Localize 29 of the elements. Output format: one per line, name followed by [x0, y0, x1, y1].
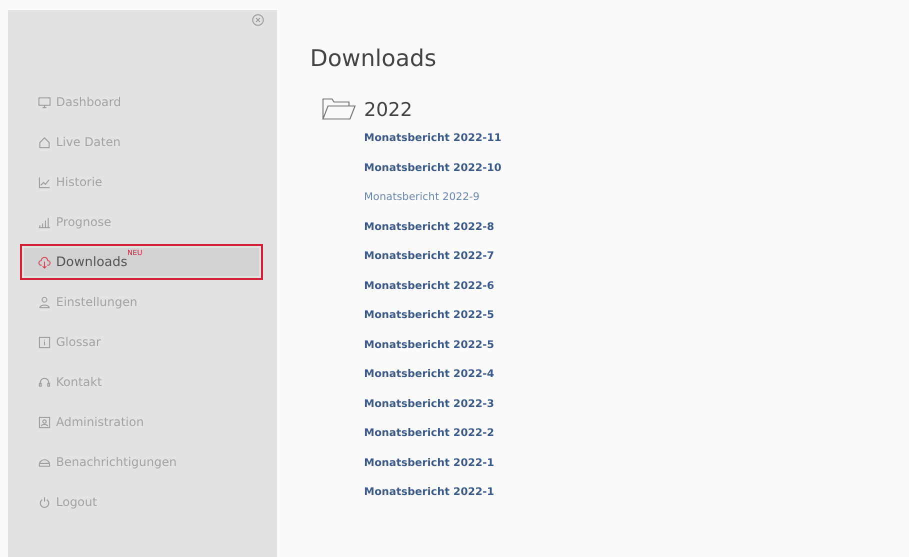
sidebar-item[interactable]: Downloads $^{NEU}$ [24, 248, 259, 276]
folder-icon [322, 98, 356, 120]
monitor-icon [38, 96, 51, 108]
report-link[interactable]: Monatsbericht 2022-8 [364, 218, 502, 248]
report-link[interactable]: Monatsbericht 2022-5 [364, 336, 502, 366]
power-icon [38, 496, 51, 508]
page-title: Downloads [310, 46, 438, 72]
report-link[interactable]: Monatsbericht 2022-2 [364, 425, 502, 454]
report-link[interactable]: Monatsbericht 2022-5 [364, 307, 502, 336]
new-label: NEU [127, 249, 142, 257]
headset-icon [38, 376, 51, 388]
report-link[interactable]: Monatsbericht 2022-11 [364, 130, 502, 160]
house-icon [38, 136, 51, 148]
close-icon[interactable] [252, 14, 264, 26]
folder-name: 2022 [364, 101, 412, 120]
report-link[interactable]: Monatsbericht 2022-1 [364, 454, 502, 484]
report-link[interactable]: Monatsbericht 2022-3 [364, 396, 502, 425]
person-icon [38, 296, 51, 308]
report-link[interactable]: Monatsbericht 2022-9 [364, 189, 502, 218]
admin-icon [38, 416, 51, 428]
report-link[interactable]: Monatsbericht 2022-7 [364, 248, 502, 278]
info-icon [38, 336, 51, 348]
report-link[interactable]: Monatsbericht 2022-6 [364, 278, 502, 307]
cloud-download-icon [38, 256, 51, 268]
line-chart-icon [38, 176, 51, 188]
report-link[interactable]: Monatsbericht 2022-1 [364, 484, 502, 514]
bar-chart-icon [38, 216, 51, 228]
report-link[interactable]: Monatsbericht 2022-10 [364, 160, 502, 189]
report-link[interactable]: Monatsbericht 2022-4 [364, 366, 502, 396]
